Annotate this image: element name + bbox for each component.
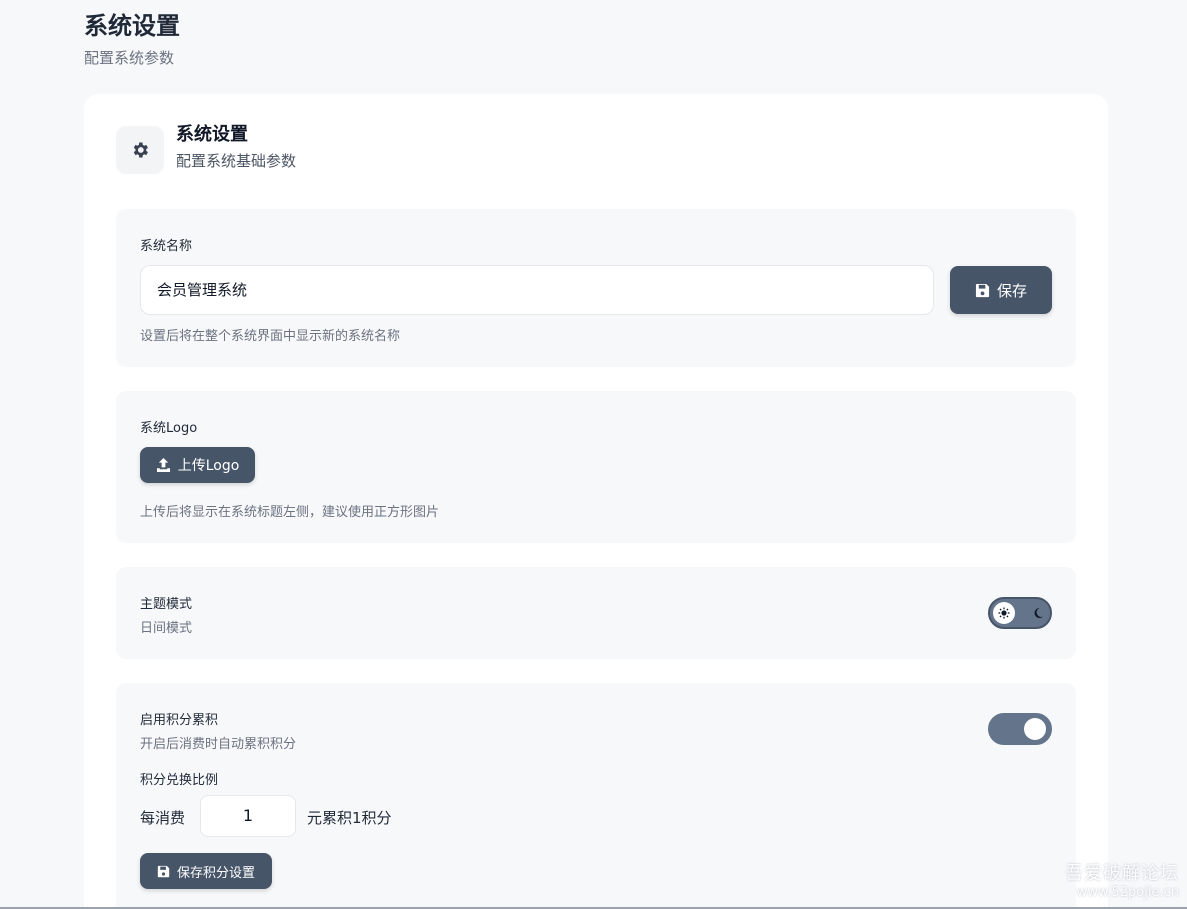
logo-label: 系统Logo (140, 421, 198, 436)
logo-section: 系统Logo 上传Logo 上传后将显示在系统标题左侧，建议使用正方形图片 (116, 391, 1076, 543)
points-toggle-knob (1024, 718, 1046, 740)
save-points-button[interactable]: 保存积分设置 (140, 853, 272, 889)
upload-icon (156, 458, 170, 472)
theme-current: 日间模式 (140, 621, 193, 636)
logo-hint: 上传后将显示在系统标题左侧，建议使用正方形图片 (140, 505, 440, 520)
ratio-input[interactable]: 1 (200, 795, 296, 837)
card-subtitle: 配置系统基础参数 (176, 152, 297, 170)
upload-logo-button[interactable]: 上传Logo (140, 447, 255, 483)
ratio-suffix: 元累积1积分 (307, 809, 392, 827)
points-section: 启用积分累积 开启后消费时自动累积积分 积分兑换比例 每消费 1 元累积1积分 … (116, 683, 1076, 909)
theme-toggle[interactable] (988, 597, 1052, 629)
save-icon (157, 865, 170, 877)
page-header: 系统设置 配置系统参数 (84, 10, 180, 68)
theme-section: 主题模式 日间模式 (116, 567, 1076, 659)
save-name-button[interactable]: 保存 (950, 266, 1052, 314)
points-label: 启用积分累积 (140, 713, 219, 728)
watermark-line2: www.52pojie.cn (1076, 885, 1179, 900)
system-name-label: 系统名称 (140, 239, 193, 254)
page-subtitle: 配置系统参数 (84, 49, 175, 67)
card-header: 系统设置 配置系统基础参数 (116, 124, 297, 174)
sun-icon (993, 602, 1015, 624)
theme-label: 主题模式 (140, 597, 193, 612)
system-name-section: 系统名称 会员管理系统 保存 设置后将在整个系统界面中显示新的系统名称 (116, 209, 1076, 367)
save-icon (975, 283, 990, 297)
upload-logo-button-label: 上传Logo (177, 458, 240, 474)
save-points-button-label: 保存积分设置 (176, 865, 255, 881)
watermark-line1: 吾爱破解论坛 (1065, 863, 1179, 884)
points-toggle[interactable] (988, 713, 1052, 745)
moon-icon (1034, 608, 1043, 618)
ratio-label: 积分兑换比例 (140, 773, 219, 788)
watermark: 吾爱破解论坛 www.52pojie.cn (1065, 863, 1179, 901)
page-title: 系统设置 (84, 12, 180, 40)
points-description: 开启后消费时自动累积积分 (140, 737, 297, 752)
ratio-prefix: 每消费 (140, 809, 186, 827)
system-name-input[interactable]: 会员管理系统 (140, 265, 934, 315)
card-title: 系统设置 (176, 124, 248, 145)
settings-card: 系统设置 配置系统基础参数 系统名称 会员管理系统 保存 设置后将在整个系统界面… (84, 94, 1108, 909)
gear-icon (116, 126, 164, 174)
save-name-button-label: 保存 (996, 281, 1027, 300)
system-name-hint: 设置后将在整个系统界面中显示新的系统名称 (140, 329, 401, 344)
